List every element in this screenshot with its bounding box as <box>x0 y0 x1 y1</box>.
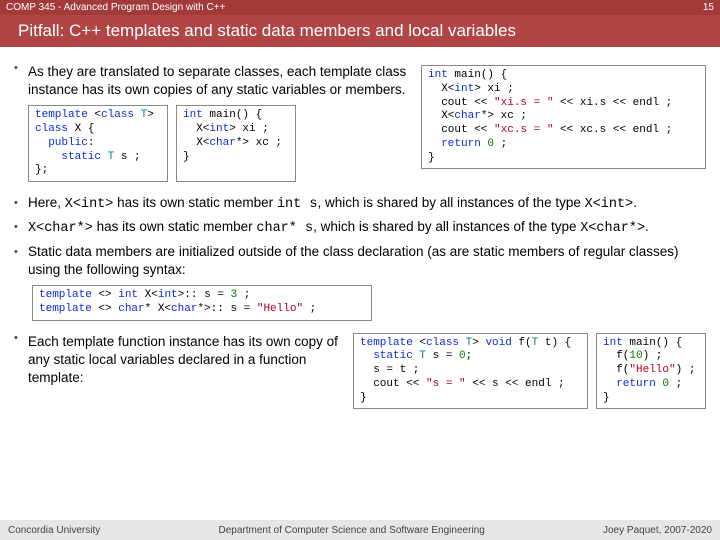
inline-code: X<int> <box>65 197 114 212</box>
bullet-text: Each template function instance has its … <box>28 329 706 410</box>
course-code: COMP 345 - Advanced Program Design with … <box>6 2 225 13</box>
slide-title: Pitfall: C++ templates and static data m… <box>18 21 516 41</box>
code-static-init: template <> int X<int>:: s = 3 ; templat… <box>32 285 372 321</box>
inline-code: X<char*> <box>580 221 645 236</box>
slide-title-bar: Pitfall: C++ templates and static data m… <box>0 15 720 47</box>
code-main-cout: int main() { X<int> xi ; cout << "xi.s =… <box>421 65 706 169</box>
top-bar: COMP 345 - Advanced Program Design with … <box>0 0 720 15</box>
bullet-1-text: As they are translated to separate class… <box>28 64 406 97</box>
inline-code: X<int> <box>585 197 634 212</box>
slide-body: • As they are translated to separate cla… <box>0 47 720 409</box>
bullet-2: • Here, X<int> has its own static member… <box>14 194 706 214</box>
bullet-dot: • <box>14 243 28 279</box>
footer-center: Department of Computer Science and Softw… <box>219 525 485 536</box>
code-template-class: template <class T> class X { public: sta… <box>28 105 168 182</box>
footer: Concordia University Department of Compu… <box>0 520 720 540</box>
footer-left: Concordia University <box>8 525 100 536</box>
bullet-1: • As they are translated to separate cla… <box>14 59 706 186</box>
bullet-dot: • <box>14 218 28 238</box>
bullet-dot: • <box>14 59 28 186</box>
code-main-simple: int main() { X<int> xi ; X<char*> xc ; } <box>176 105 296 182</box>
inline-code: X<char*> <box>28 221 93 236</box>
code-func-template: template <class T> void f(T t) { static … <box>353 333 588 410</box>
bullet-dot: • <box>14 194 28 214</box>
bullet-text: As they are translated to separate class… <box>28 59 706 186</box>
code-main-f: int main() { f(10) ; f("Hello") ; return… <box>596 333 706 410</box>
bullet-3: • X<char*> has its own static member cha… <box>14 218 706 238</box>
bullet-text: Here, X<int> has its own static member i… <box>28 194 706 214</box>
bullet-4: • Static data members are initialized ou… <box>14 243 706 279</box>
inline-code: int s <box>277 197 318 212</box>
bullet-text: Static data members are initialized outs… <box>28 243 706 279</box>
bullet-5: • Each template function instance has it… <box>14 329 706 410</box>
footer-right: Joey Paquet, 2007-2020 <box>603 525 712 536</box>
inline-code: char* s <box>256 221 313 236</box>
page-number: 15 <box>703 2 714 13</box>
bullet-dot: • <box>14 329 28 410</box>
bullet-text: X<char*> has its own static member char*… <box>28 218 706 238</box>
